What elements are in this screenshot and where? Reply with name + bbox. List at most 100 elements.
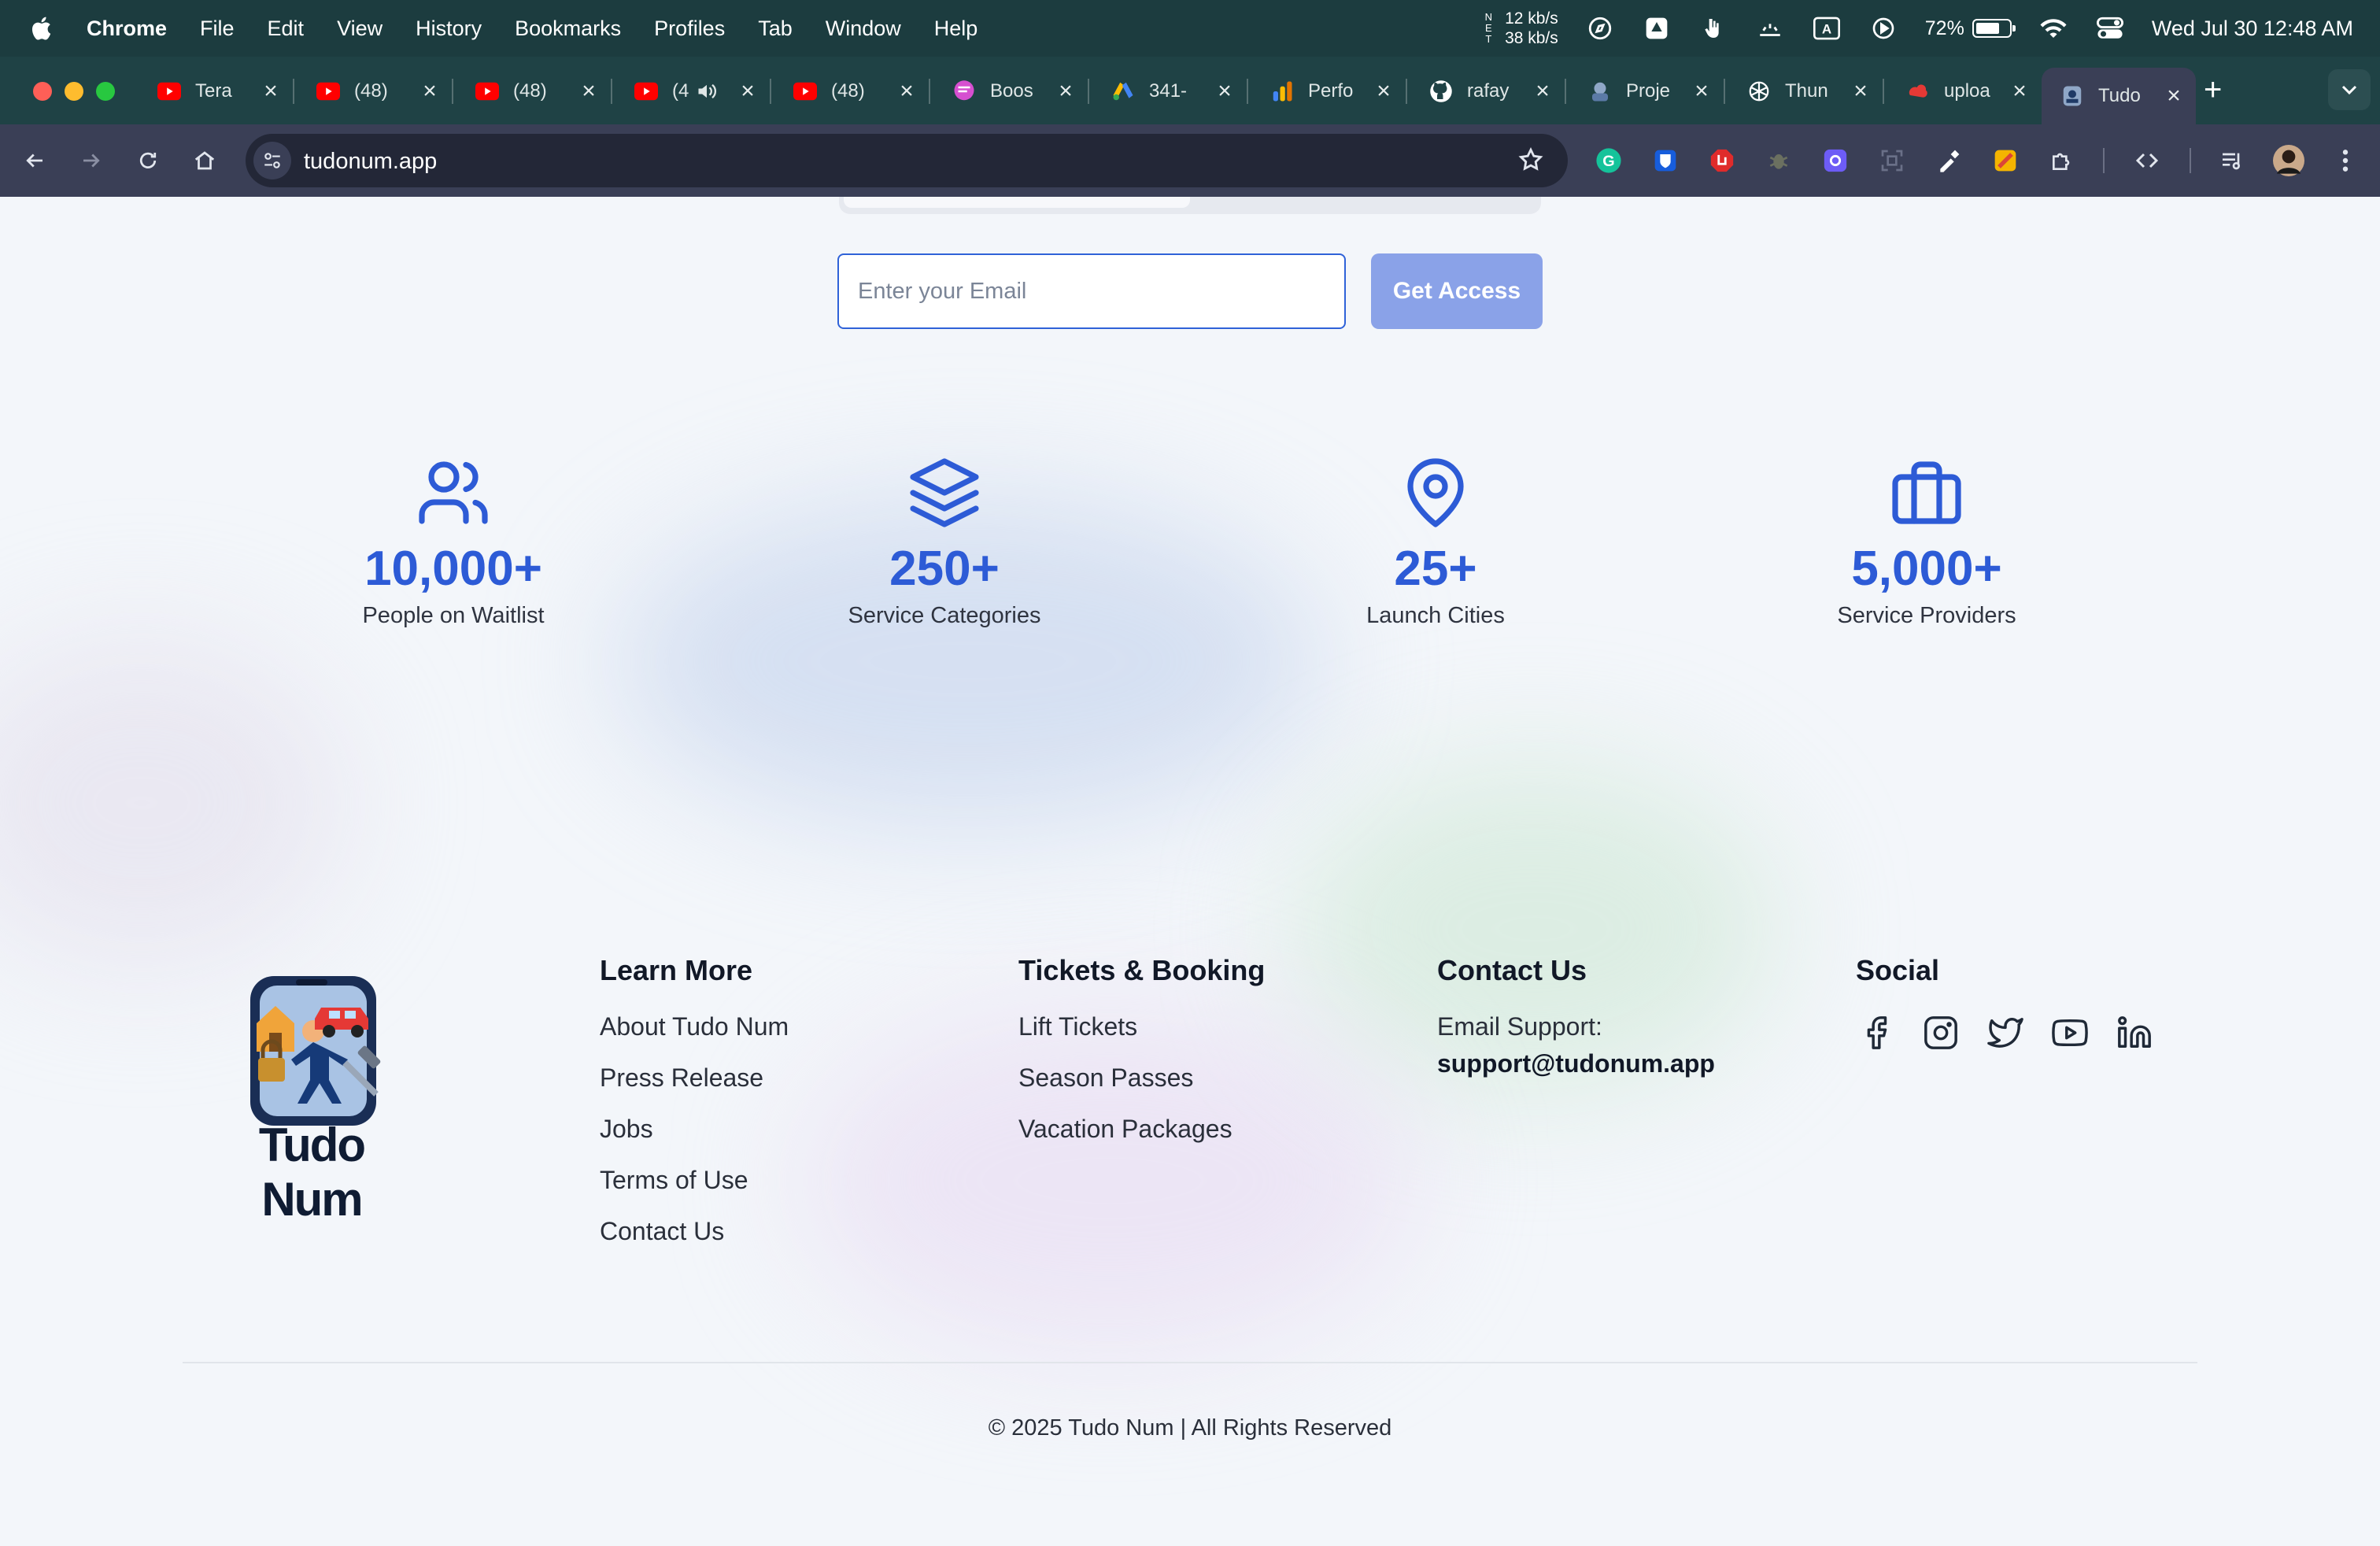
instagram-icon[interactable] xyxy=(1920,1012,1961,1053)
grammarly-icon[interactable]: G xyxy=(1593,145,1624,176)
menu-tab[interactable]: Tab xyxy=(758,17,793,41)
browser-tab[interactable]: (48) × xyxy=(298,68,453,115)
browser-tab[interactable]: Tera × xyxy=(139,68,294,115)
net-download: 38 kb/s xyxy=(1505,29,1558,47)
tab-close-icon[interactable]: × xyxy=(896,78,918,104)
menu-help[interactable]: Help xyxy=(934,17,978,41)
apple-icon[interactable] xyxy=(28,14,57,43)
stat-value: 5,000+ xyxy=(1851,542,2002,596)
footer-link-terms[interactable]: Terms of Use xyxy=(600,1166,789,1195)
tab-close-icon[interactable]: × xyxy=(1850,78,1872,104)
footer-link-jobs[interactable]: Jobs xyxy=(600,1115,789,1144)
footer-link-season-passes[interactable]: Season Passes xyxy=(1018,1063,1265,1093)
site-settings-icon[interactable] xyxy=(253,142,291,179)
footer-link-lift-tickets[interactable]: Lift Tickets xyxy=(1018,1012,1265,1041)
tab-close-icon[interactable]: × xyxy=(1373,78,1395,104)
support-email-link[interactable]: support@tudonum.app xyxy=(1437,1049,1715,1078)
compass-icon[interactable] xyxy=(1585,13,1615,43)
tab-close-icon[interactable]: × xyxy=(1691,78,1713,104)
reload-icon[interactable] xyxy=(132,145,164,176)
color-picker-icon[interactable] xyxy=(1933,145,1964,176)
browser-tab[interactable]: uploa × xyxy=(1887,68,2042,115)
media-controls-icon[interactable] xyxy=(2216,145,2248,176)
bitwarden-icon[interactable] xyxy=(1650,145,1681,176)
menubar-clock[interactable]: Wed Jul 30 12:48 AM xyxy=(2152,17,2353,41)
back-arrow-icon[interactable] xyxy=(19,145,50,176)
menu-view[interactable]: View xyxy=(337,17,382,41)
twitter-icon[interactable] xyxy=(1985,1012,2026,1053)
window-zoom-button[interactable] xyxy=(96,82,115,101)
chrome-tab-strip: Tera × (48) × (48) × (4 × (48) × Boos × … xyxy=(0,57,2380,124)
menu-app-name[interactable]: Chrome xyxy=(87,17,167,41)
hand-cursor-icon[interactable] xyxy=(1698,13,1728,43)
profile-avatar[interactable] xyxy=(2273,145,2304,176)
email-input[interactable] xyxy=(837,253,1346,329)
bookmark-star-icon[interactable] xyxy=(1517,146,1544,177)
tab-close-icon[interactable]: × xyxy=(1532,78,1554,104)
browser-tab-active[interactable]: Tudo × xyxy=(2042,68,2196,124)
browser-tab[interactable]: 341- × xyxy=(1092,68,1248,115)
browser-tab[interactable]: (4 × xyxy=(615,68,771,115)
browser-tab[interactable]: Proje × xyxy=(1569,68,1725,115)
keyboard-input-icon[interactable]: A xyxy=(1812,13,1842,43)
stat-label: People on Waitlist xyxy=(362,603,545,628)
window-close-button[interactable] xyxy=(33,82,52,101)
menu-history[interactable]: History xyxy=(416,17,482,41)
footer-link-press[interactable]: Press Release xyxy=(600,1063,789,1093)
facebook-icon[interactable] xyxy=(1856,1012,1897,1053)
bug-extension-icon[interactable] xyxy=(1763,145,1794,176)
tab-close-icon[interactable]: × xyxy=(1214,78,1236,104)
weather-icon[interactable] xyxy=(1755,13,1785,43)
menu-edit[interactable]: Edit xyxy=(268,17,305,41)
gear-extension-icon[interactable] xyxy=(1820,145,1851,176)
speaker-icon[interactable] xyxy=(696,82,722,101)
tab-title: (48) xyxy=(831,80,865,102)
footer-link-about[interactable]: About Tudo Num xyxy=(600,1012,789,1041)
browser-tab[interactable]: Thun × xyxy=(1728,68,1884,115)
tab-close-icon[interactable]: × xyxy=(737,78,759,104)
get-access-button[interactable]: Get Access xyxy=(1371,253,1543,329)
home-icon[interactable] xyxy=(189,145,220,176)
paint-extension-icon[interactable] xyxy=(1990,145,2021,176)
menu-window[interactable]: Window xyxy=(826,17,901,41)
extensions-puzzle-icon[interactable] xyxy=(2046,145,2078,176)
tab-close-icon[interactable]: × xyxy=(419,78,441,104)
google-ads-icon xyxy=(1111,80,1135,103)
browser-tab[interactable]: (48) × xyxy=(456,68,612,115)
address-bar[interactable]: tudonum.app xyxy=(246,134,1568,187)
browser-tab[interactable]: Boos × xyxy=(933,68,1089,115)
youtube-icon[interactable] xyxy=(2049,1012,2090,1053)
window-minimize-button[interactable] xyxy=(65,82,83,101)
linkedin-icon[interactable] xyxy=(2114,1012,2155,1053)
wifi-icon[interactable] xyxy=(2038,13,2068,43)
more-menu-icon[interactable] xyxy=(2330,145,2361,176)
footer-link-contact[interactable]: Contact Us xyxy=(600,1217,789,1246)
address-url[interactable]: tudonum.app xyxy=(304,149,437,175)
network-monitor[interactable]: NET 12 kb/s 38 kb/s xyxy=(1485,9,1558,48)
menu-file[interactable]: File xyxy=(200,17,235,41)
battery-icon xyxy=(1972,19,2016,38)
stat-cities: 25+ Launch Cities xyxy=(1215,453,1656,629)
menu-bookmarks[interactable]: Bookmarks xyxy=(515,17,621,41)
tab-close-icon[interactable]: × xyxy=(1055,78,1077,104)
forward-arrow-icon[interactable] xyxy=(76,145,107,176)
devtools-code-icon[interactable] xyxy=(2131,145,2163,176)
drive-icon[interactable] xyxy=(1642,13,1672,43)
analytics-icon xyxy=(1270,80,1294,103)
browser-tab[interactable]: (48) × xyxy=(774,68,930,115)
screenshot-icon[interactable] xyxy=(1876,145,1908,176)
browser-tab[interactable]: Perfo × xyxy=(1251,68,1407,115)
tab-close-icon[interactable]: × xyxy=(2009,78,2031,104)
tab-search-button[interactable] xyxy=(2328,69,2371,110)
adblock-icon[interactable] xyxy=(1706,145,1738,176)
new-tab-button[interactable]: + xyxy=(2204,72,2222,108)
tab-close-icon[interactable]: × xyxy=(2163,83,2185,109)
play-circle-icon[interactable] xyxy=(1868,13,1898,43)
tab-close-icon[interactable]: × xyxy=(260,78,282,104)
menu-profiles[interactable]: Profiles xyxy=(654,17,725,41)
browser-tab[interactable]: rafay × xyxy=(1410,68,1566,115)
footer-link-vacation-packages[interactable]: Vacation Packages xyxy=(1018,1115,1265,1144)
tab-close-icon[interactable]: × xyxy=(578,78,600,104)
battery-status[interactable]: 72% xyxy=(1925,17,2016,40)
control-center-icon[interactable] xyxy=(2095,13,2125,43)
